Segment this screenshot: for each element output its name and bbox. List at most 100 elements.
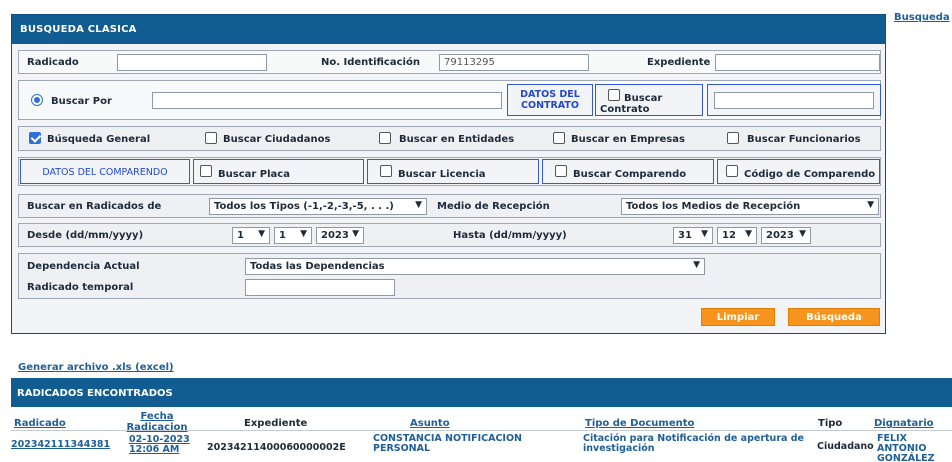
row-radicado-link[interactable]: 202342111344381: [11, 440, 110, 450]
buscar-placa-checkbox[interactable]: [200, 165, 212, 177]
dependencia-select-value: Todas las Dependencias: [250, 261, 385, 272]
medio-label: Medio de Recepción: [437, 201, 550, 212]
tipos-select[interactable]: Todos los Tipos (-1,-2,-3,-5, . . .) ▼: [209, 198, 427, 215]
buscar-por-input[interactable]: [152, 92, 502, 109]
codigo-comparendo-box: Código de Comparendo: [717, 159, 880, 184]
desde-label: Desde (dd/mm/yyyy): [27, 230, 144, 241]
buscar-empresas-label: Buscar en Empresas: [571, 134, 685, 145]
row-search-scopes: Búsqueda General Buscar Ciudadanos Busca…: [18, 126, 881, 151]
hasta-month-value: 12: [722, 230, 736, 241]
desde-year-select[interactable]: 2023 ▼: [316, 227, 364, 244]
row-tipo: Ciudadano: [817, 441, 874, 452]
results-title: RADICADOS ENCONTRADOS: [11, 378, 952, 407]
contrato-input-box: [707, 84, 881, 116]
buscar-entidades-checkbox[interactable]: [379, 132, 391, 144]
buscar-radicados-label: Buscar en Radicados de: [27, 201, 162, 212]
buscar-placa-label: Buscar Placa: [218, 169, 290, 180]
col-tipo-header: Tipo: [818, 418, 843, 429]
buscar-por-radio[interactable]: [31, 94, 43, 106]
codigo-comparendo-label: Código de Comparendo: [744, 169, 876, 180]
busqueda-general-label: Búsqueda General: [47, 134, 151, 145]
buscar-licencia-box: Buscar Licencia: [367, 159, 539, 184]
medio-select-value: Todos los Medios de Recepción: [626, 201, 801, 212]
desde-year-value: 2023: [321, 230, 349, 241]
chevron-down-icon: ▼: [415, 200, 422, 210]
datos-contrato-label: DATOS DEL CONTRATO: [520, 89, 580, 111]
row-fecha[interactable]: 02-10-2023 12:06 AM: [129, 435, 191, 455]
row-dependencia: Dependencia Actual Todas las Dependencia…: [18, 253, 881, 299]
buscar-comparendo-box: Buscar Comparendo: [542, 159, 714, 184]
hasta-day-value: 31: [678, 230, 692, 241]
row-date-range: Desde (dd/mm/yyyy) 1 ▼ 1 ▼ 2023 ▼ Hasta (dd…: [18, 223, 881, 247]
chevron-down-icon: ▼: [745, 229, 752, 239]
buscar-empresas-checkbox[interactable]: [553, 132, 565, 144]
buscar-comparendo-label: Buscar Comparendo: [573, 169, 687, 180]
search-panel: BUSQUEDA CLASICA Radicado No. Identifica…: [11, 14, 886, 334]
buscar-funcionarios-checkbox[interactable]: [727, 132, 739, 144]
buscar-licencia-label: Buscar Licencia: [398, 169, 486, 180]
tipos-select-value: Todos los Tipos (-1,-2,-3,-5, . . .): [214, 201, 394, 212]
col-asunto-header[interactable]: Asunto: [410, 418, 450, 429]
chevron-down-icon: ▼: [867, 200, 874, 210]
hasta-month-select[interactable]: 12 ▼: [717, 227, 757, 244]
contrato-input[interactable]: [714, 92, 874, 109]
busqueda-button[interactable]: Búsqueda: [788, 308, 880, 326]
limpiar-button[interactable]: Limpiar: [701, 308, 775, 326]
buscar-ciudadanos-checkbox[interactable]: [205, 132, 217, 144]
buscar-licencia-checkbox[interactable]: [380, 165, 392, 177]
buscar-por-label: Buscar Por: [51, 96, 112, 107]
buscar-contrato-box: Buscar Contrato: [595, 84, 703, 116]
row-comparendo: DATOS DEL COMPARENDO Buscar Placa Buscar…: [18, 157, 881, 186]
datos-contrato-box: DATOS DEL CONTRATO: [507, 84, 593, 116]
desde-day-select[interactable]: 1 ▼: [232, 227, 270, 244]
buscar-placa-box: Buscar Placa: [193, 159, 364, 184]
chevron-down-icon: ▼: [799, 229, 806, 239]
chevron-down-icon: ▼: [693, 260, 700, 270]
col-tipo-documento-header[interactable]: Tipo de Documento: [585, 418, 694, 429]
radicado-label: Radicado: [27, 57, 79, 68]
datos-comparendo-box: DATOS DEL COMPARENDO: [20, 159, 190, 184]
hasta-day-select[interactable]: 31 ▼: [673, 227, 713, 244]
temporal-input[interactable]: [245, 279, 395, 296]
medio-select[interactable]: Todos los Medios de Recepción ▼: [621, 198, 879, 215]
hasta-year-value: 2023: [766, 230, 794, 241]
hasta-label: Hasta (dd/mm/yyyy): [453, 230, 567, 241]
buscar-comparendo-checkbox[interactable]: [555, 165, 567, 177]
chevron-down-icon: ▼: [701, 229, 708, 239]
dependencia-select[interactable]: Todas las Dependencias ▼: [245, 258, 705, 275]
row-radicados-tipo: Buscar en Radicados de Todos los Tipos (…: [18, 194, 881, 218]
row-tipo-documento: Citación para Notificación de apertura d…: [583, 433, 804, 454]
expediente-label: Expediente: [647, 57, 711, 68]
table-row: 202342111344381 02-10-2023 12:06 AM 2023…: [11, 431, 952, 462]
desde-day-value: 1: [237, 230, 244, 241]
chevron-down-icon: ▼: [300, 229, 307, 239]
desde-month-value: 1: [279, 230, 286, 241]
busqueda-top-link[interactable]: Busqueda: [894, 12, 950, 23]
buscar-funcionarios-label: Buscar Funcionarios: [747, 134, 861, 145]
excel-export-link[interactable]: Generar archivo .xls (excel): [18, 362, 174, 373]
col-dignatario-header[interactable]: Dignatario: [874, 418, 934, 429]
col-expediente-header: Expediente: [244, 418, 308, 429]
row-identifiers: Radicado No. Identificación Expediente: [18, 50, 881, 74]
hasta-year-select[interactable]: 2023 ▼: [761, 227, 811, 244]
buscar-ciudadanos-label: Buscar Ciudadanos: [223, 134, 331, 145]
desde-month-select[interactable]: 1 ▼: [274, 227, 312, 244]
row-buscar-por: Buscar Por DATOS DEL CONTRATO Buscar Con…: [18, 80, 881, 120]
codigo-comparendo-checkbox[interactable]: [726, 165, 738, 177]
busqueda-general-checkbox[interactable]: [29, 132, 41, 144]
datos-comparendo-label: DATOS DEL COMPARENDO: [42, 167, 168, 178]
chevron-down-icon: ▼: [258, 229, 265, 239]
row-expediente: 20234211400060000002E: [207, 442, 346, 453]
chevron-down-icon: ▼: [352, 229, 359, 239]
buscar-entidades-label: Buscar en Entidades: [399, 134, 515, 145]
identificacion-input[interactable]: [439, 54, 589, 71]
radicado-input[interactable]: [117, 54, 267, 71]
panel-title: BUSQUEDA CLASICA: [12, 15, 885, 44]
identificacion-label: No. Identificación: [321, 57, 420, 68]
col-radicado-header[interactable]: Radicado: [14, 418, 66, 429]
dependencia-label: Dependencia Actual: [27, 261, 140, 272]
row-dignatario: FELIX ANTONIO GONZÁLEZ: [877, 433, 935, 462]
buscar-contrato-label: Buscar Contrato: [600, 93, 663, 115]
row-asunto: CONSTANCIA NOTIFICACION PERSONAL: [373, 433, 522, 454]
expediente-input[interactable]: [715, 54, 880, 71]
